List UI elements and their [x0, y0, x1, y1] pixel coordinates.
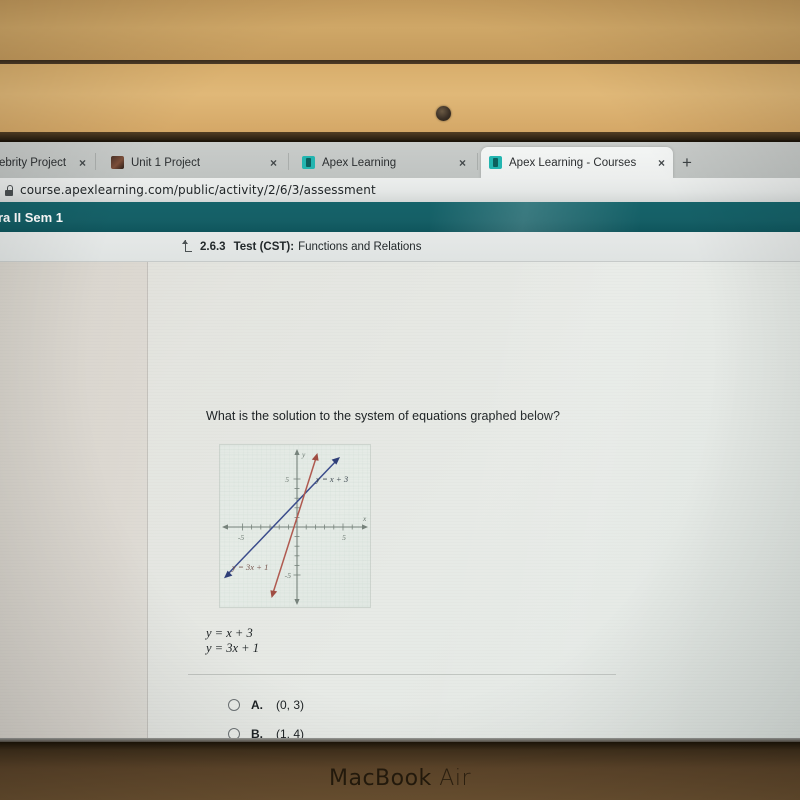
browser-tab-apex-learning-courses[interactable]: Apex Learning - Courses × — [481, 147, 673, 178]
apex-course-header: ra II Sem 1 — [0, 202, 800, 232]
tab-separator — [95, 153, 96, 170]
jump-to-activity-icon[interactable] — [180, 240, 192, 253]
browser-tab-unit-1-project[interactable]: Unit 1 Project × — [103, 147, 285, 178]
tab-title: Apex Learning - Courses — [509, 156, 637, 169]
radio-button-a[interactable] — [228, 698, 240, 711]
graph-svg: -5 5 5 -5 x y y = x + 3 y = 3x + 1 — [220, 445, 370, 607]
assessment-content: What is the solution to the system of eq… — [0, 262, 800, 744]
activity-topic: Functions and Relations — [298, 240, 422, 253]
content-gutter-edge — [147, 262, 148, 744]
equation-list: y = x + 3 y = 3x + 1 — [206, 626, 259, 656]
option-value: (0, 3) — [276, 697, 305, 712]
tab-separator — [288, 153, 289, 170]
tab-close-icon[interactable]: × — [658, 156, 665, 170]
answer-option-a[interactable]: A. (0, 3) — [228, 690, 304, 719]
wordmark-air: Air — [439, 766, 472, 791]
tab-title: Unit 1 Project — [131, 156, 201, 169]
apex-favicon — [489, 156, 502, 169]
equation-2: y = 3x + 1 — [206, 641, 259, 655]
content-left-gutter — [0, 262, 148, 744]
x-tick-label-neg5: -5 — [238, 533, 245, 542]
y-tick-label-neg5: -5 — [285, 571, 292, 580]
y-tick-label-5: 5 — [285, 475, 289, 484]
tab-close-icon[interactable]: × — [79, 156, 86, 170]
laptop-lid-top — [0, 0, 800, 62]
activity-breadcrumb-bar: 2.6.3 Test (CST): Functions and Relation… — [0, 232, 800, 262]
activity-number: 2.6.3 — [200, 240, 226, 253]
course-title: ra II Sem 1 — [0, 209, 64, 225]
answer-options-list: A. (0, 3) B. (1, 4) C. (1, 3) D. (0, 1) — [228, 690, 304, 744]
apex-favicon — [302, 156, 315, 169]
answer-divider — [188, 674, 616, 675]
laptop-screen: elebrity Project b × Unit 1 Project × Ap… — [0, 142, 800, 744]
bezel-shadow — [0, 132, 800, 142]
unit1-favicon — [111, 156, 124, 169]
url-text: course.apexlearning.com/public/activity/… — [20, 183, 376, 197]
line-label-blue: y = x + 3 — [315, 474, 348, 484]
browser-address-bar[interactable]: course.apexlearning.com/public/activity/… — [0, 178, 800, 202]
option-letter: A. — [251, 697, 263, 712]
macbook-air-wordmark: MacBook Air — [0, 766, 800, 791]
webcam-icon — [436, 106, 451, 121]
new-tab-button[interactable]: + — [682, 154, 692, 171]
tab-close-icon[interactable]: × — [270, 156, 277, 170]
lock-icon — [4, 184, 13, 196]
tab-title: elebrity Project b — [0, 156, 68, 169]
laptop-photo: elebrity Project b × Unit 1 Project × Ap… — [0, 0, 800, 800]
question-prompt: What is the solution to the system of eq… — [206, 409, 561, 423]
activity-type: Test (CST): — [233, 240, 295, 253]
tab-separator — [477, 153, 478, 170]
tab-close-icon[interactable]: × — [459, 156, 466, 170]
y-axis-label: y — [301, 450, 306, 459]
system-of-equations-graph: -5 5 5 -5 x y y = x + 3 y = 3x + 1 — [219, 444, 371, 608]
line-label-red: y = 3x + 1 — [231, 562, 268, 572]
screen-glare — [430, 202, 640, 232]
x-tick-label-5: 5 — [342, 533, 346, 542]
browser-tab-apex-learning[interactable]: Apex Learning × — [294, 147, 474, 178]
browser-tab-strip: elebrity Project b × Unit 1 Project × Ap… — [0, 142, 800, 178]
browser-tab-celebrity-project[interactable]: elebrity Project b × — [0, 147, 94, 178]
screen-bezel-top — [0, 64, 800, 140]
x-axis-label: x — [362, 514, 367, 523]
wordmark-macbook: MacBook — [328, 766, 432, 791]
equation-1: y = x + 3 — [206, 626, 253, 640]
tab-title: Apex Learning — [322, 156, 397, 169]
